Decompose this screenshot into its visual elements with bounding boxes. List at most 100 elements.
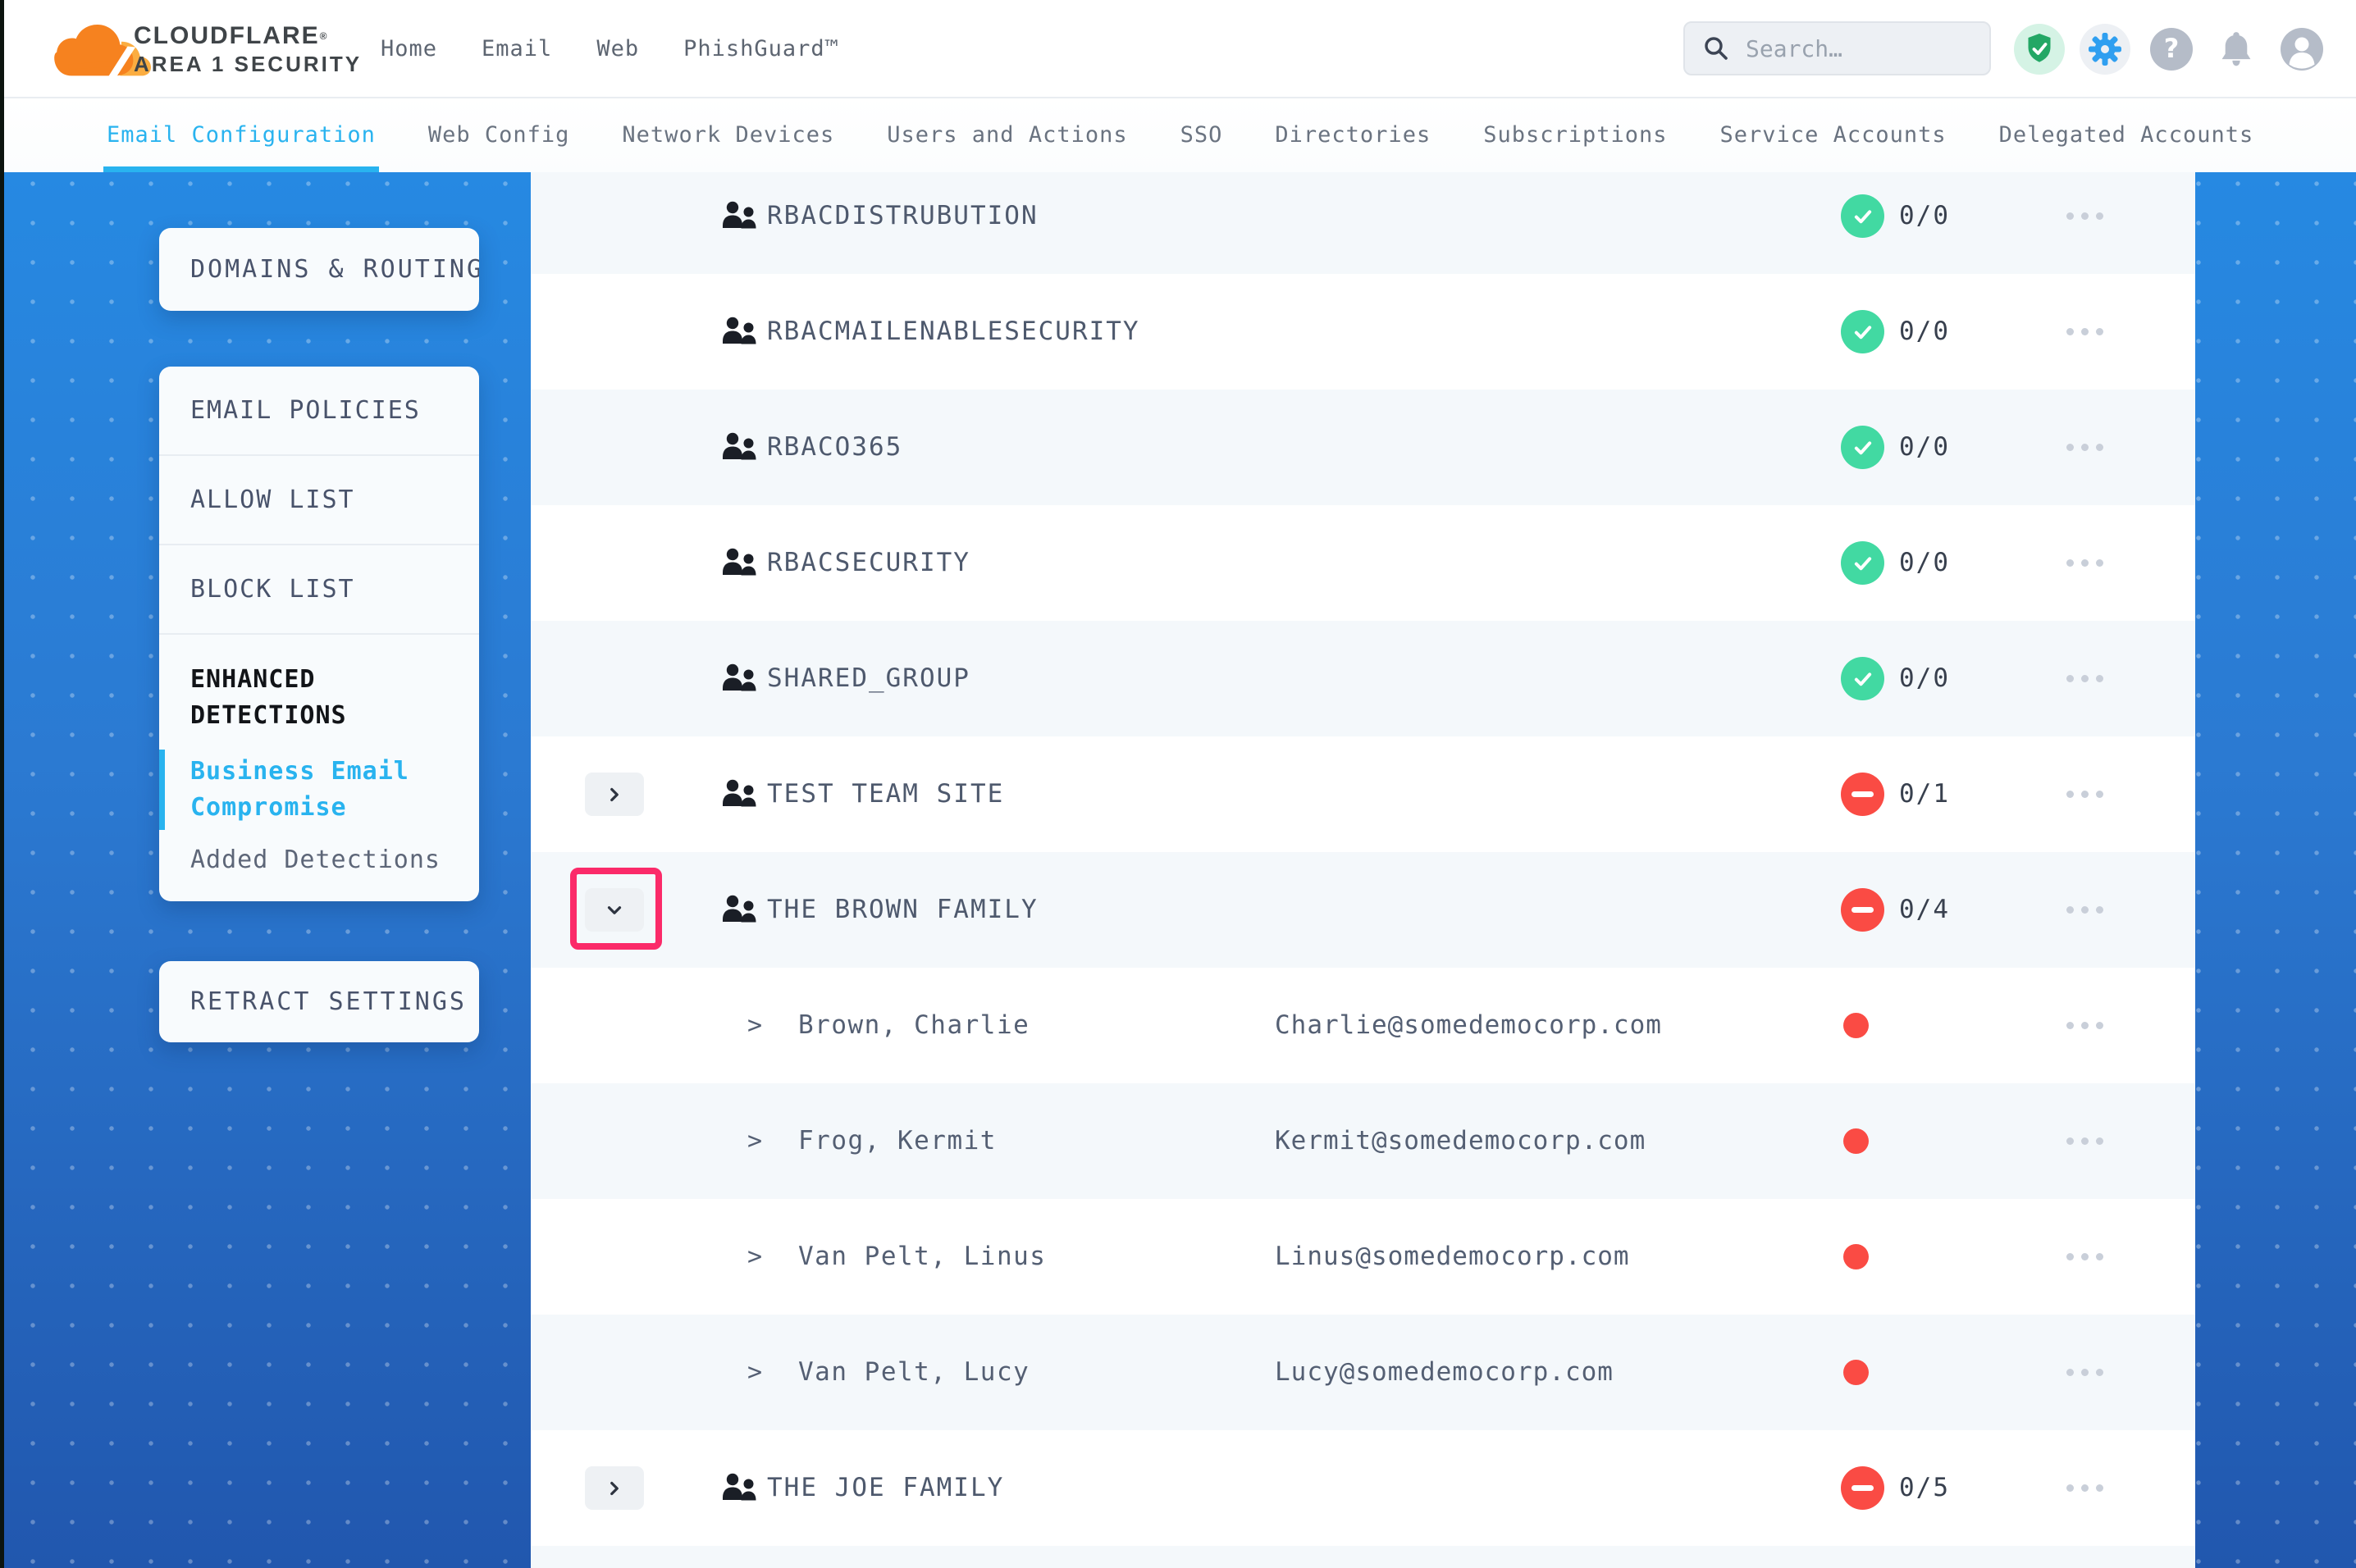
tab-email-configuration[interactable]: Email Configuration: [107, 97, 376, 172]
expand-button-wrap: [585, 888, 644, 932]
member-name: Van Pelt, Lucy: [798, 1315, 1030, 1430]
row-menu-ellipsis[interactable]: [2066, 1430, 2103, 1546]
sidebar-item-allow-list[interactable]: ALLOW LIST: [159, 456, 479, 545]
search-input[interactable]: [1744, 34, 1952, 63]
check-icon: [1851, 204, 1875, 229]
table-row: RBACMAILENABLESECURITY 0/0: [531, 274, 2195, 390]
row-menu-ellipsis[interactable]: [2066, 1083, 2103, 1199]
expand-button-wrap: [585, 1466, 644, 1510]
sidebar-item-label: EMAIL POLICIES: [190, 396, 421, 425]
tab-subscriptions[interactable]: Subscriptions: [1483, 97, 1667, 172]
logo-line2: AREA 1 SECURITY: [134, 51, 362, 77]
tab-delegated-accounts[interactable]: Delegated Accounts: [1999, 97, 2254, 172]
member-name: Brown, Charlie: [798, 968, 1030, 1083]
check-icon: [1851, 667, 1875, 691]
row-menu-ellipsis[interactable]: [2066, 621, 2103, 736]
chevron-down-icon: [604, 900, 625, 921]
svg-text:?: ?: [2164, 33, 2180, 64]
sidebar-item-block-list[interactable]: BLOCK LIST: [159, 545, 479, 635]
sidebar-item-label: BLOCK LIST: [190, 575, 355, 604]
header-nav-item-web[interactable]: Web: [596, 36, 639, 62]
tab-web-config[interactable]: Web Config: [428, 97, 570, 172]
header-nav-item-email[interactable]: Email: [482, 36, 552, 62]
group-name: RBACMAILENABLESECURITY: [767, 274, 1140, 390]
status-minus-badge: [1841, 773, 1884, 816]
status-dot: [1843, 1360, 1869, 1385]
table-row: THE BROWN FAMILY0/4: [531, 852, 2195, 968]
status-count: 0/0: [1899, 621, 1950, 736]
row-menu-ellipsis[interactable]: [2066, 390, 2103, 505]
member-email: Lucy@somedemocorp.com: [1275, 1315, 1614, 1430]
sidebar-item-added-detections[interactable]: Added Detections: [159, 842, 479, 878]
status-check-badge: [1841, 426, 1884, 469]
row-menu-ellipsis[interactable]: [2066, 968, 2103, 1083]
sidebar-item-retract-settings: RETRACT SETTINGS: [159, 987, 467, 1016]
member-email: Linus@somedemocorp.com: [1275, 1199, 1630, 1315]
status-dot: [1843, 1128, 1869, 1154]
table-row: RBACO365 0/0: [531, 390, 2195, 505]
expand-button-wrap: [585, 773, 644, 816]
row-menu-ellipsis[interactable]: [2066, 852, 2103, 968]
expand-group-button[interactable]: [585, 773, 644, 816]
gear-icon[interactable]: [2080, 24, 2130, 75]
table-row: >Van Pelt, LucyLucy@somedemocorp.com: [531, 1315, 2195, 1430]
shield-check-icon[interactable]: [2014, 24, 2065, 75]
expand-group-button[interactable]: [585, 1466, 644, 1510]
table-row: > Frog, Kermit Kermit@somedemocorp.com: [531, 1083, 2195, 1199]
header-nav: Home Email Web PhishGuard™: [381, 0, 839, 97]
status-count: 0/0: [1899, 505, 1950, 621]
row-menu-ellipsis[interactable]: [2066, 1199, 2103, 1315]
sidebar-item-label: Added Detections: [190, 846, 441, 874]
tab-sso[interactable]: SSO: [1180, 97, 1223, 172]
search-icon: [1703, 35, 1729, 62]
group-icon: [721, 316, 759, 347]
sidebar-item-business-email-compromise[interactable]: Business Email Compromise: [159, 754, 479, 826]
status-count: 0/4: [1899, 852, 1950, 968]
tab-users-and-actions[interactable]: Users and Actions: [887, 97, 1127, 172]
tab-service-accounts[interactable]: Service Accounts: [1720, 97, 1947, 172]
group-name: RBACO365: [767, 390, 902, 505]
tab-network-devices[interactable]: Network Devices: [622, 97, 834, 172]
status-count: 0/0: [1899, 390, 1950, 505]
member-email: Kermit@somedemocorp.com: [1275, 1083, 1646, 1199]
registered-mark: ®: [320, 30, 329, 42]
sidebar-item-domains-routing: DOMAINS & ROUTING: [159, 255, 479, 284]
group-name: TEST TEAM SITE: [767, 736, 1004, 852]
row-menu-ellipsis[interactable]: [2066, 736, 2103, 852]
header-nav-item-phishguard[interactable]: PhishGuard™: [683, 36, 839, 62]
sidebar-item-enhanced-detections[interactable]: ENHANCED DETECTIONS: [159, 662, 479, 734]
table-row: >Brown, CharlieCharlie@somedemocorp.com: [531, 968, 2195, 1083]
table-row: [531, 1546, 2195, 1568]
group-name: RBACSECURITY: [767, 505, 970, 621]
bell-icon[interactable]: [2218, 30, 2254, 71]
chevron-right-icon: [604, 784, 625, 805]
row-menu-ellipsis[interactable]: [2066, 1315, 2103, 1430]
row-menu-ellipsis[interactable]: [2066, 158, 2103, 274]
chevron-right-icon: [604, 1478, 625, 1499]
status-minus-badge: [1841, 1466, 1884, 1510]
logo-line1: CLOUDFLARE: [134, 22, 320, 49]
tab-directories[interactable]: Directories: [1275, 97, 1431, 172]
search-box: [1683, 21, 1991, 75]
check-icon: [1851, 551, 1875, 576]
member-chevron-icon: >: [747, 1083, 762, 1199]
sidebar-card-domains-routing[interactable]: DOMAINS & ROUTING: [159, 228, 479, 311]
header-nav-item-home[interactable]: Home: [381, 36, 437, 62]
collapse-group-button[interactable]: [585, 888, 644, 932]
status-check-badge: [1841, 657, 1884, 700]
sidebar-item-email-policies[interactable]: EMAIL POLICIES: [159, 367, 479, 456]
row-menu-ellipsis[interactable]: [2066, 274, 2103, 390]
member-chevron-icon: >: [747, 1199, 762, 1315]
sidebar-card-retract-settings[interactable]: RETRACT SETTINGS: [159, 961, 479, 1042]
sidebar-card-email-policies: EMAIL POLICIES ALLOW LIST BLOCK LIST ENH…: [159, 367, 479, 901]
minus-icon: [1851, 791, 1874, 797]
table-row: TEST TEAM SITE0/1: [531, 736, 2195, 852]
status-count: 0/0: [1899, 274, 1950, 390]
status-count: 0/0: [1899, 158, 1950, 274]
help-icon[interactable]: ?: [2150, 28, 2193, 71]
member-name: Frog, Kermit: [798, 1083, 997, 1199]
screen-edge-strip: [0, 0, 4, 1568]
avatar-icon[interactable]: [2281, 28, 2323, 71]
row-menu-ellipsis[interactable]: [2066, 505, 2103, 621]
member-chevron-icon: >: [747, 968, 762, 1083]
